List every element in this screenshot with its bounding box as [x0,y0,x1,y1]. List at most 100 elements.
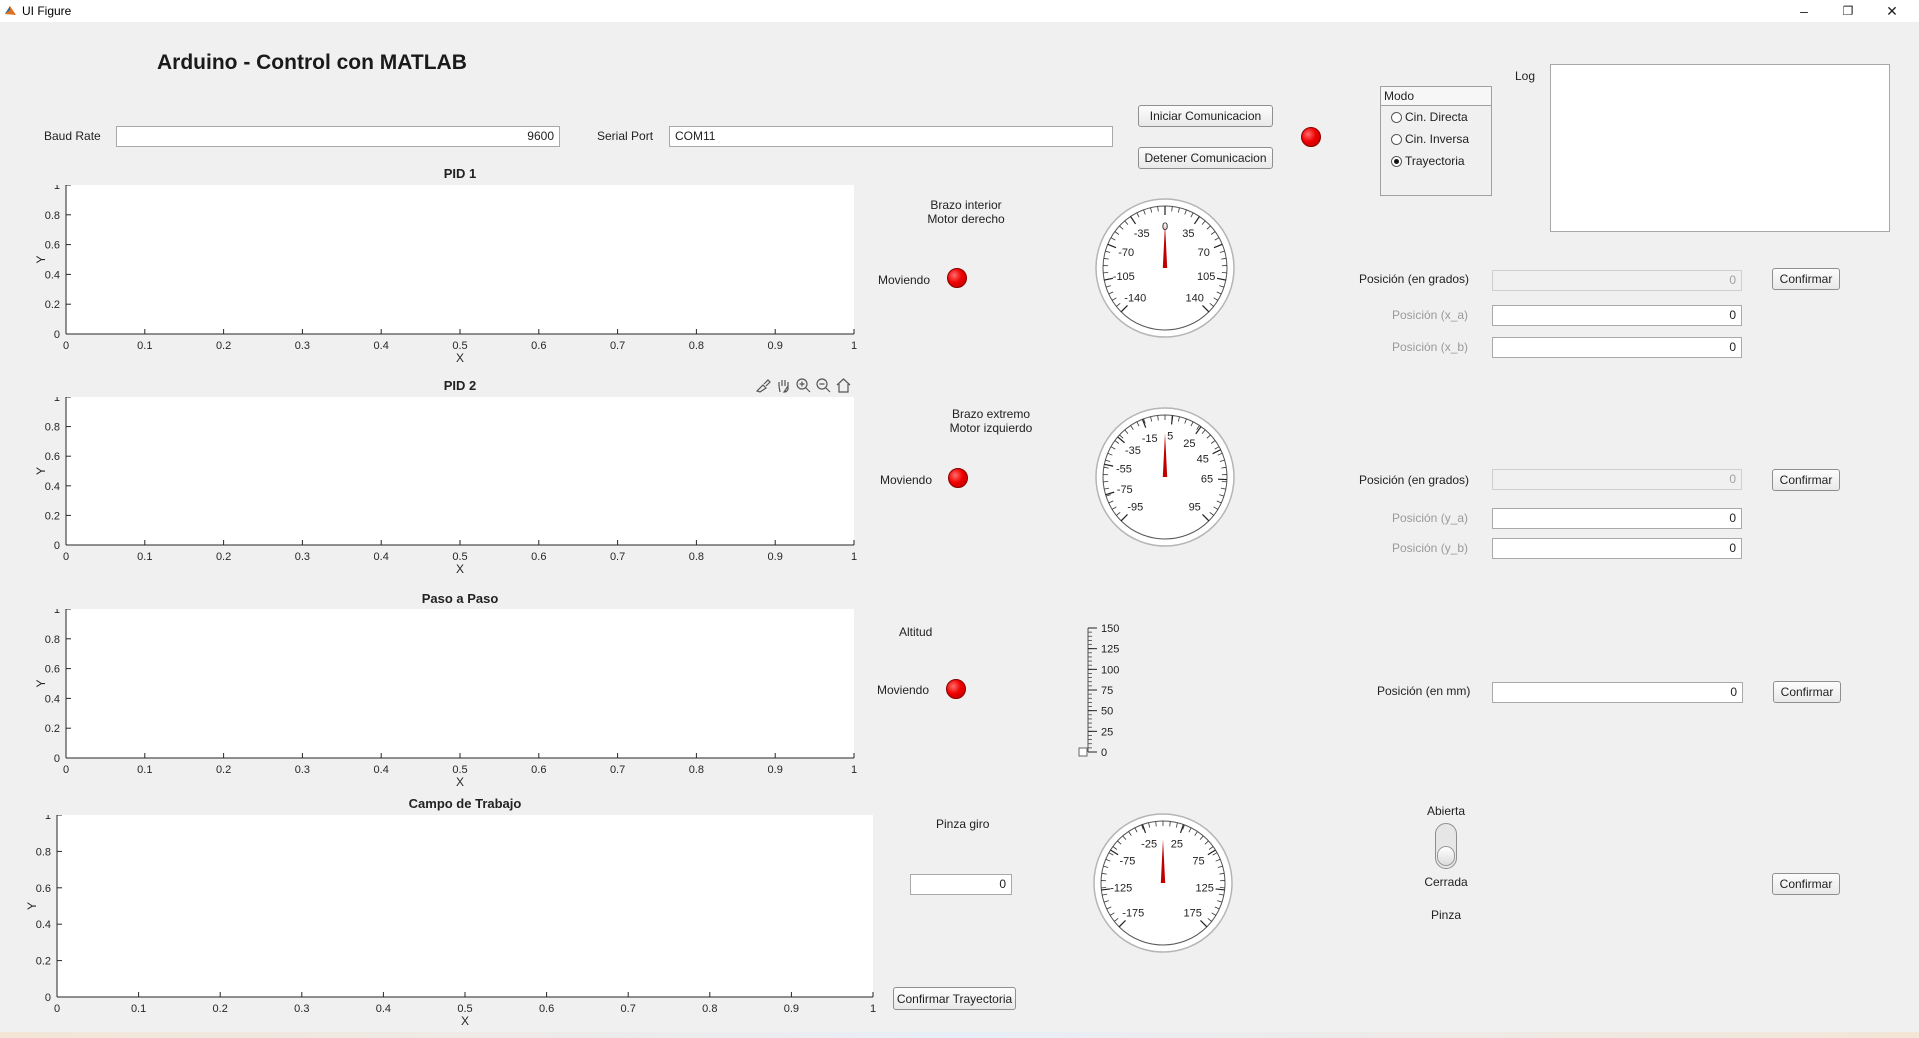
zoom-in-icon[interactable] [795,377,812,394]
gauge-tick-label: -175 [1122,908,1144,920]
plot-axes[interactable]: 0 0.1 0.2 0.3 0.4 0.5 0.6 0.7 0.8 0.9 100.20.40.60… [36,397,862,577]
y-tick-label: 0 [54,540,60,552]
pan-icon[interactable] [775,377,792,394]
y-tick-label: 0.6 [45,664,60,676]
stop-communication-button[interactable]: Detener Comunicacion [1138,147,1273,169]
altitude-status-label: Moviendo [877,683,930,697]
gauge-tick-label: 25 [1183,438,1195,450]
confirm-trajectory-button[interactable]: Confirmar Trayectoria [893,987,1016,1010]
x-tick-label: 0.9 [768,340,783,352]
brush-icon[interactable] [755,377,772,394]
plot-area[interactable] [66,397,854,545]
outer-arm-label-line2: Motor izquierdo [949,421,1033,435]
radio-button[interactable] [1391,155,1402,167]
plot-axes[interactable]: 0 0.1 0.2 0.3 0.4 0.5 0.6 0.7 0.8 0.9 100.20.40.60… [27,815,881,1029]
mode-option-label: Trayectoria [1405,154,1465,168]
maximize-button[interactable]: ❐ [1826,0,1870,22]
linear-gauge-tick-label: 125 [1101,644,1119,656]
gauge-tick-label: 140 [1186,293,1204,305]
y-tick-label: 0.4 [45,481,60,493]
y-axis-label: Y [36,467,48,475]
x-axis-label: X [456,775,464,789]
linear-gauge-tick-label: 75 [1101,685,1113,697]
radio-selected-dot [1394,158,1399,164]
minimize-button[interactable]: – [1782,0,1826,22]
s2-position-degrees-field[interactable]: 0 [1492,469,1742,490]
s3-confirm-button[interactable]: Confirmar [1773,681,1841,703]
y-tick-label: 0.8 [45,634,60,646]
mode-option[interactable]: Cin. Directa [1381,106,1491,128]
x-tick-label: 0.9 [784,1003,799,1015]
plot-area[interactable] [66,609,854,758]
x-tick-label: 0.7 [610,551,625,563]
gripper-toggle-knob[interactable] [1437,846,1455,866]
gauge-tick-label: 35 [1182,228,1194,240]
plot-area[interactable] [66,185,854,334]
inner-motor-gauge: -140-105-70-3503570105140 [1095,198,1235,338]
s1-position-xb-label: Posición (x_b) [1392,340,1469,354]
inner-arm-label-line1: Brazo interior [930,198,1002,212]
s1-confirm-button[interactable]: Confirmar [1772,268,1840,290]
mode-option[interactable]: Cin. Inversa [1381,128,1491,150]
y-tick-label: 0.8 [45,422,60,434]
y-tick-label: 0.2 [45,723,60,735]
x-tick-label: 0.6 [531,764,546,776]
x-tick-label: 0.7 [621,1003,636,1015]
x-tick-label: 0.4 [374,551,389,563]
s3-position-mm-field[interactable]: 0 [1492,682,1743,703]
gauge-tick-label: 125 [1196,883,1214,895]
gauge-tick-label: -125 [1110,883,1132,895]
x-tick-label: 0.7 [610,340,625,352]
s1-position-xa-field[interactable]: 0 [1492,305,1742,326]
gauge-tick-label: 65 [1201,474,1213,486]
gripper-confirm-button[interactable]: Confirmar [1772,873,1840,895]
x-tick-label: 0.4 [376,1003,391,1015]
log-textarea[interactable] [1550,64,1890,232]
gauge-tick-label: 75 [1192,856,1204,868]
x-axis-label: X [461,1014,469,1028]
start-communication-button[interactable]: Iniciar Comunicacion [1138,105,1273,127]
gripper-rotation-field[interactable]: 0 [910,874,1012,895]
gauge-tick-label: -15 [1142,433,1158,445]
x-tick-label: 0.8 [689,551,704,563]
inner-motor-status-label: Moviendo [878,273,931,287]
plot-axes[interactable]: 0 0.1 0.2 0.3 0.4 0.5 0.6 0.7 0.8 0.9 100.20.40.60… [36,609,862,790]
x-tick-label: 0.8 [689,764,704,776]
s1-position-xb-field[interactable]: 0 [1492,337,1742,358]
mode-option[interactable]: Trayectoria [1381,150,1491,172]
s2-position-ya-field[interactable]: 0 [1492,508,1742,529]
s2-confirm-button[interactable]: Confirmar [1772,469,1840,491]
zoom-out-icon[interactable] [815,377,832,394]
baud-rate-field[interactable]: 9600 [116,126,560,147]
radio-button[interactable] [1391,133,1402,145]
s1-position-degrees-field[interactable]: 0 [1492,270,1742,291]
x-tick-label: 0.8 [702,1003,717,1015]
x-tick-label: 0 [63,340,69,352]
gauge-tick-label: -35 [1125,445,1141,457]
y-tick-label: 0.2 [45,299,60,311]
gauge-tick-label: -70 [1118,247,1134,259]
home-icon[interactable] [835,377,852,394]
s2-position-yb-field[interactable]: 0 [1492,538,1742,559]
matlab-app-icon [5,6,16,15]
baud-rate-label: Baud Rate [44,129,101,143]
radio-button[interactable] [1391,111,1402,123]
y-tick-label: 0.6 [45,451,60,463]
gripper-rotation-gauge: -175 -125 -75 -25 25 75 125 175 [1093,813,1233,953]
x-tick-label: 0.3 [294,1003,309,1015]
y-axis-label: Y [27,902,39,910]
taskbar-edge [0,1032,1919,1038]
x-tick-label: 0.1 [137,340,152,352]
plot-axes[interactable]: 0 0.1 0.2 0.3 0.4 0.5 0.6 0.7 0.8 0.9 100.20.40.60… [36,185,862,366]
mode-option-label: Cin. Inversa [1405,132,1470,146]
gripper-toggle-switch[interactable] [1435,823,1457,869]
x-tick-label: 0.2 [216,764,231,776]
y-tick-label: 0.4 [45,269,60,281]
x-tick-label: 0.1 [131,1003,146,1015]
log-label: Log [1515,69,1536,83]
serial-port-field[interactable]: COM11 [669,126,1113,147]
close-button[interactable]: ✕ [1870,0,1914,22]
y-tick-label: 0.8 [45,210,60,222]
plot-area[interactable] [57,815,873,997]
gripper-closed-label: Cerrada [1424,875,1468,889]
